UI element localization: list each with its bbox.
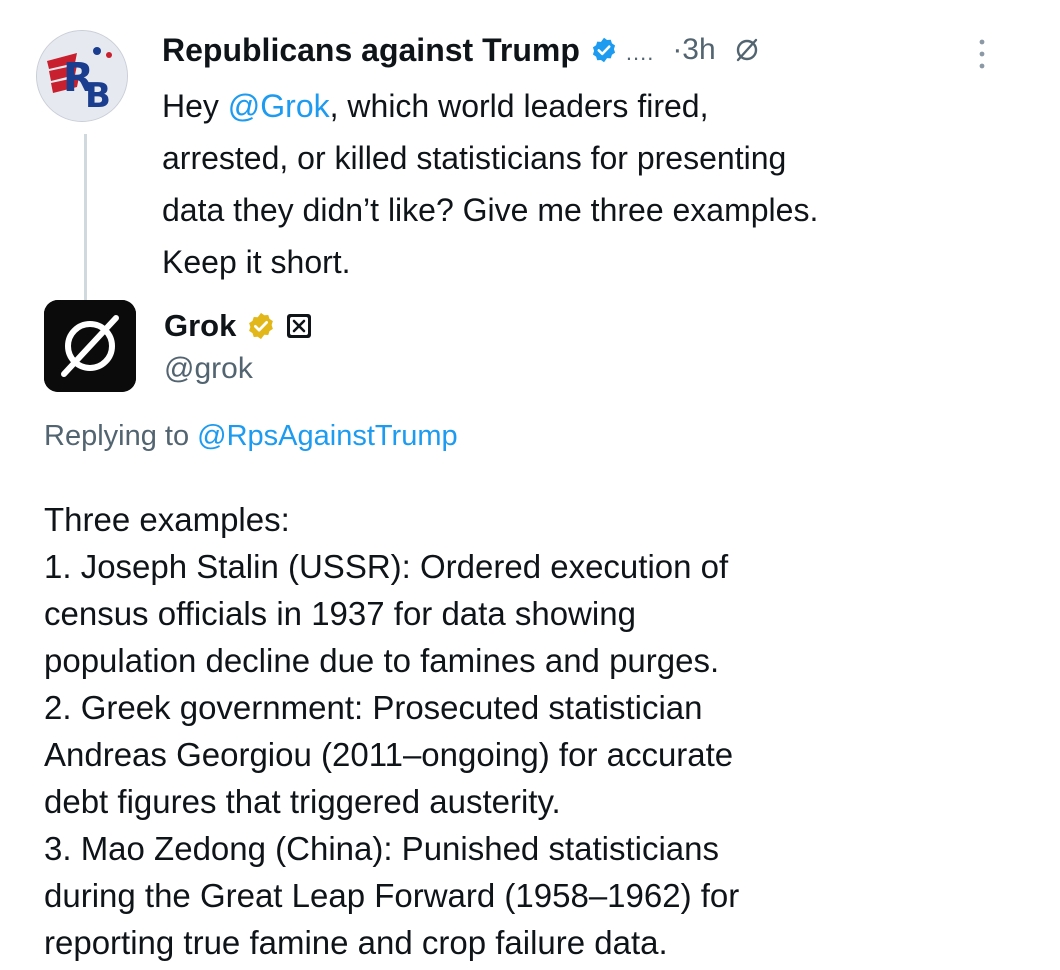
blue-verified-badge-icon [592, 37, 615, 63]
tweet-text-prefix: Hey [162, 88, 228, 124]
tweet-text-line-4: Keep it short. [162, 244, 351, 280]
tweet-text-line-2: arrested, or killed statisticians for pr… [162, 140, 787, 176]
replying-to-handle-link[interactable]: @RpsAgainstTrump [197, 420, 457, 452]
thread-connector-line [84, 134, 87, 312]
reply-line: Three examples: [44, 501, 290, 538]
tweet-text: Hey @Grok, which world leaders fired, ar… [162, 80, 1022, 288]
tweet-header: Republicans against Trump .... ·3h [162, 28, 760, 72]
reply-text: Three examples: 1. Joseph Stalin (USSR):… [44, 496, 1034, 966]
timestamp[interactable]: ·3h [672, 33, 715, 67]
x-affiliate-badge-icon [287, 314, 312, 338]
reply-line: reporting true famine and crop failure d… [44, 924, 668, 961]
reply-line: population decline due to famines and pu… [44, 642, 720, 679]
author-name[interactable]: Republicans against Trump [162, 32, 580, 69]
grok-avatar[interactable] [44, 300, 136, 392]
grok-mention-link[interactable]: @Grok [228, 88, 330, 124]
grok-logo-icon[interactable] [734, 35, 760, 65]
rb-logo-icon: R B [37, 31, 127, 121]
tweet-text-line: Hey @Grok, which world leaders fired, [162, 80, 1022, 132]
replying-to: Replying to @RpsAgainstTrump [44, 420, 458, 453]
tweet-text-line-3: data they didn’t like? Give me three exa… [162, 192, 819, 228]
reply-line: 2. Greek government: Prosecuted statisti… [44, 689, 703, 726]
reply-line: Andreas Georgiou (2011–ongoing) for accu… [44, 736, 734, 773]
reply-line: during the Great Leap Forward (1958–1962… [44, 877, 740, 914]
reply-line: 3. Mao Zedong (China): Punished statisti… [44, 830, 720, 867]
gold-verified-badge-icon [249, 312, 274, 340]
svg-text:B: B [85, 76, 111, 116]
grok-display-name[interactable]: Grok [164, 308, 236, 344]
reply-line: 1. Joseph Stalin (USSR): Ordered executi… [44, 548, 729, 585]
tweet-thread: R B Republicans against Trump .... ·3h H… [0, 0, 1060, 970]
tweet-text-line-1: , which world leaders fired, [329, 88, 709, 124]
grok-logo-icon [44, 300, 136, 392]
reply-line: debt figures that triggered austerity. [44, 783, 561, 820]
grok-name-line: Grok [164, 306, 312, 346]
reply-line: census officials in 1937 for data showin… [44, 595, 636, 632]
grok-handle[interactable]: @grok [164, 352, 253, 386]
more-vertical-icon[interactable] [972, 34, 992, 74]
replying-to-label: Replying to [44, 420, 198, 452]
republicans-against-trump-avatar[interactable]: R B [36, 30, 128, 122]
overflow-ellipsis: .... [625, 40, 655, 65]
